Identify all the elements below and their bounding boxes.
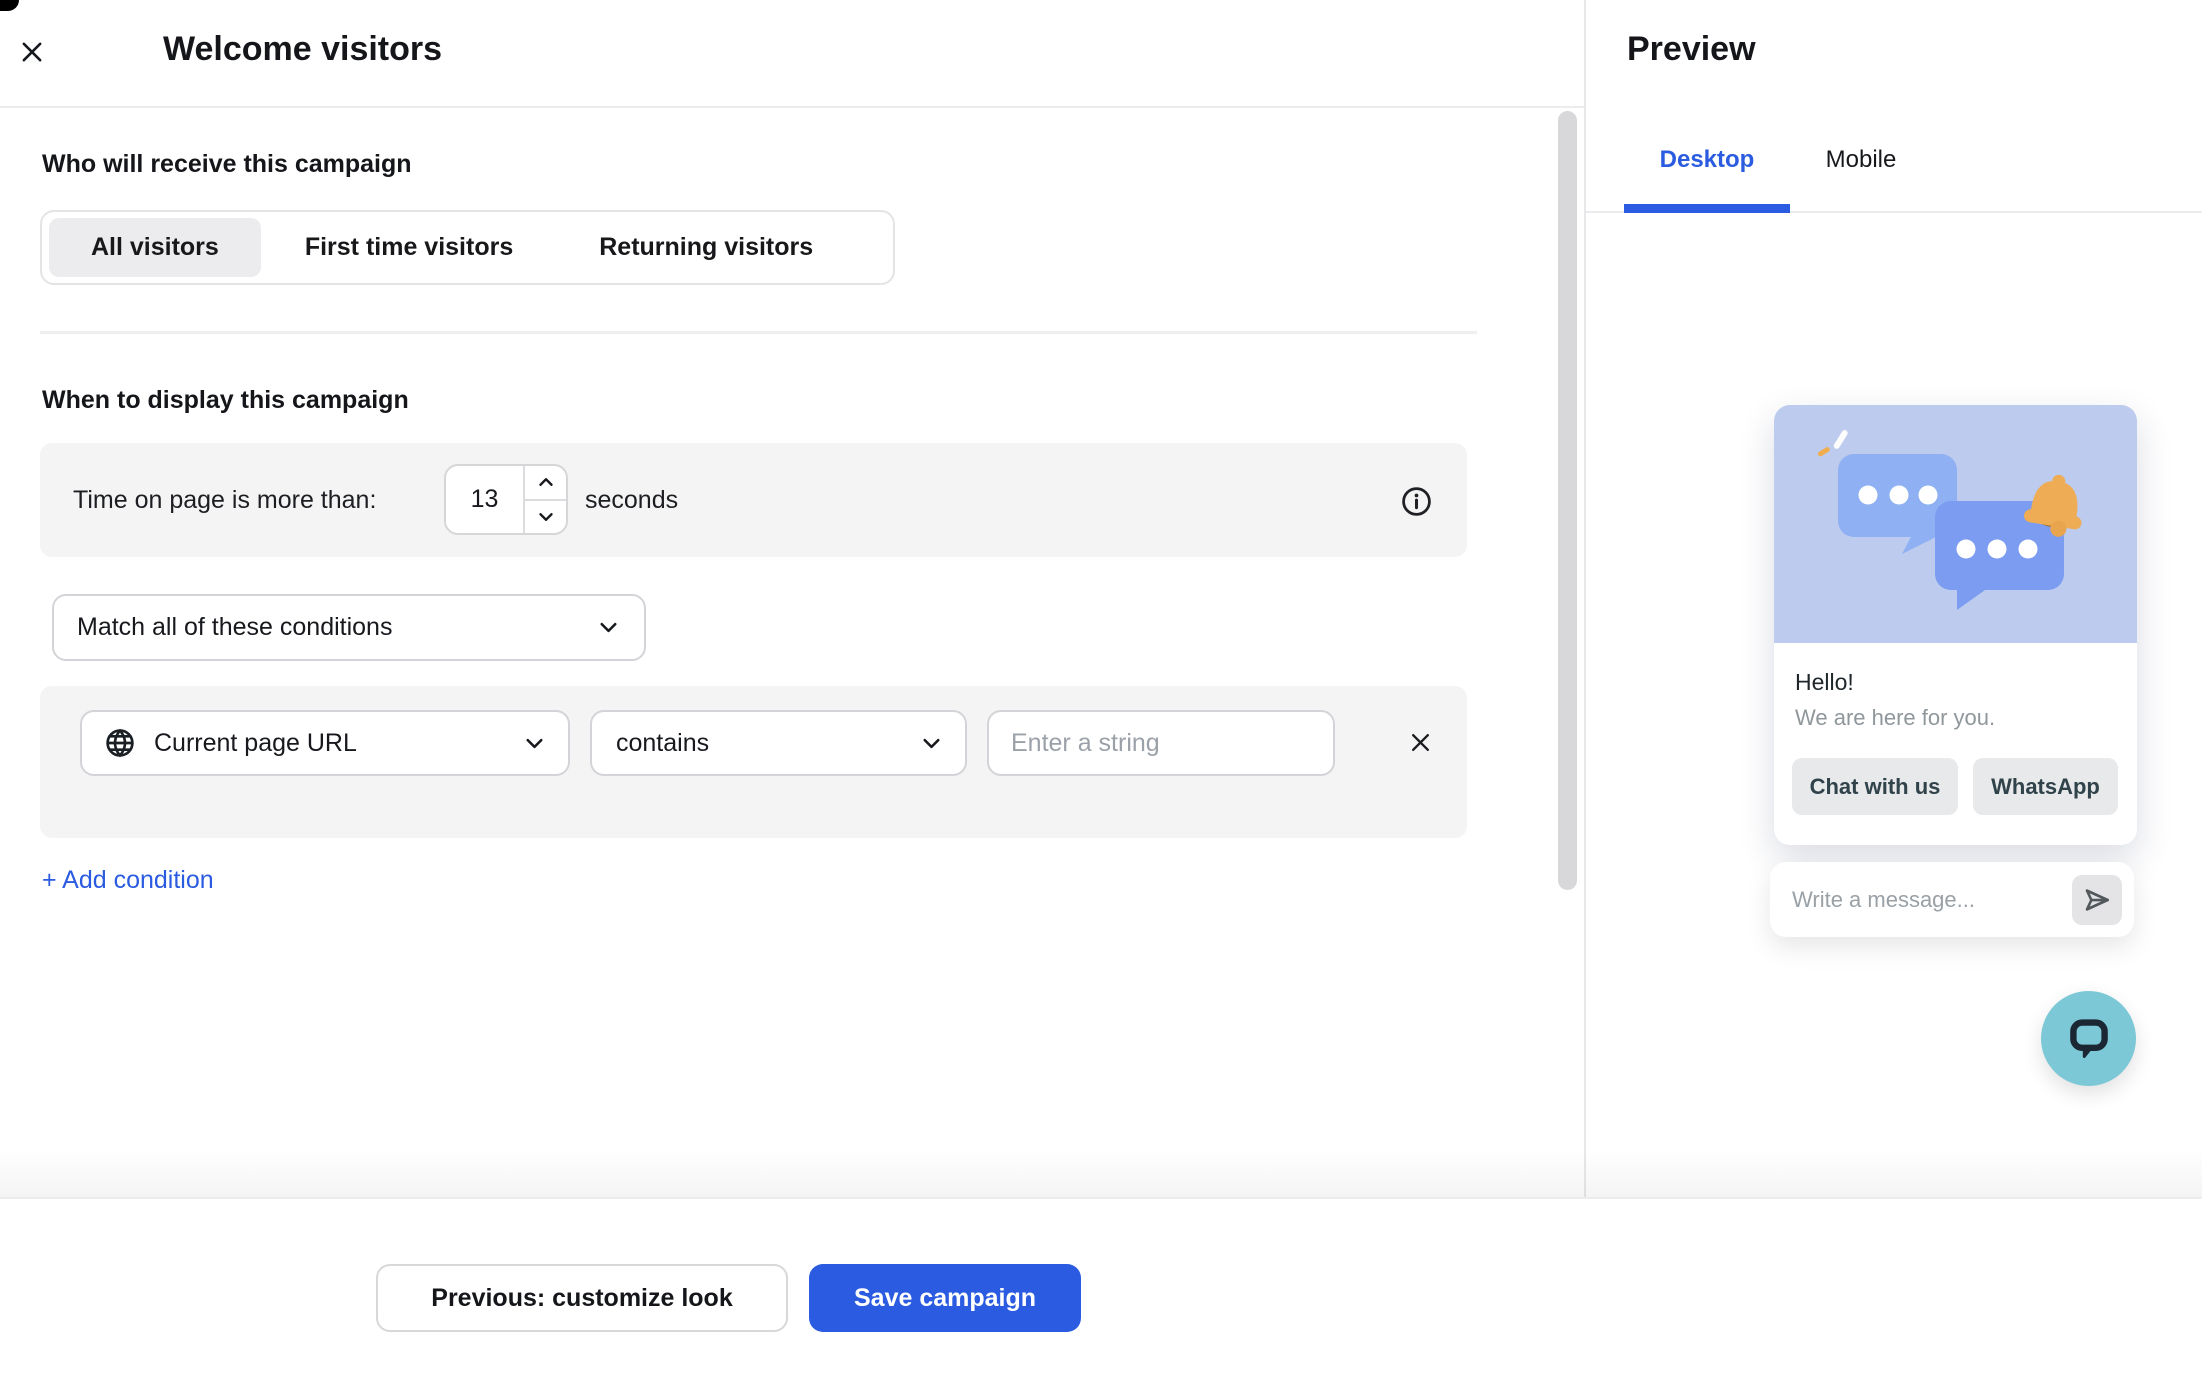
audience-segmented-control: All visitors First time visitors Returni… <box>40 210 895 285</box>
seconds-input[interactable] <box>446 466 523 533</box>
condition-value-input[interactable] <box>987 710 1335 776</box>
remove-condition-button[interactable] <box>1396 718 1444 766</box>
chat-with-us-button[interactable]: Chat with us <box>1792 758 1958 815</box>
widget-message-bar: Write a message... <box>1770 862 2134 937</box>
sparkle-icon <box>1817 429 1849 457</box>
vertical-scrollbar[interactable] <box>1558 111 1577 890</box>
send-icon <box>2082 885 2112 915</box>
audience-option-first-time-visitors[interactable]: First time visitors <box>263 218 555 277</box>
send-button[interactable] <box>2072 875 2122 925</box>
stepper-buttons <box>523 466 566 533</box>
seconds-stepper <box>444 464 568 535</box>
info-button[interactable] <box>1393 478 1439 524</box>
condition-row-panel: Current page URL contains <box>40 686 1467 838</box>
stepper-up-button[interactable] <box>525 466 566 501</box>
whatsapp-button[interactable]: WhatsApp <box>1973 758 2118 815</box>
preview-heading: Preview <box>1627 30 1756 69</box>
chat-illustration <box>1774 405 2137 643</box>
chevron-down-icon <box>521 730 548 757</box>
audience-option-returning-visitors[interactable]: Returning visitors <box>557 218 855 277</box>
widget-greeting: Hello! <box>1795 669 1854 696</box>
chevron-down-icon <box>535 506 557 528</box>
chevron-down-icon <box>918 730 945 757</box>
tab-desktop[interactable]: Desktop <box>1624 108 1790 211</box>
audience-option-all-visitors[interactable]: All visitors <box>49 218 261 277</box>
widget-subtitle: We are here for you. <box>1795 705 1995 731</box>
message-input[interactable]: Write a message... <box>1792 887 2072 913</box>
time-rule-label: Time on page is more than: <box>73 443 376 557</box>
chat-launcher-button[interactable] <box>2041 991 2136 1086</box>
chevron-down-icon <box>595 614 622 641</box>
chat-widget-preview: Hello! We are here for you. Chat with us… <box>1774 405 2137 845</box>
header: Welcome visitors <box>0 0 1584 108</box>
close-button[interactable] <box>16 36 48 68</box>
chat-bubble-icon <box>2065 1015 2113 1063</box>
previous-step-button[interactable]: Previous: customize look <box>376 1264 788 1332</box>
active-tab-indicator <box>1624 204 1790 213</box>
section-divider <box>40 331 1477 334</box>
page-title: Welcome visitors <box>163 30 442 69</box>
match-conditions-value: Match all of these conditions <box>77 613 392 642</box>
preview-panel: Preview Desktop Mobile <box>1584 0 2202 1197</box>
preview-tabs: Desktop Mobile <box>1586 108 2202 213</box>
match-conditions-select[interactable]: Match all of these conditions <box>52 594 646 661</box>
campaign-settings-panel: Who will receive this campaign All visit… <box>0 108 1584 1197</box>
display-heading: When to display this campaign <box>42 386 409 415</box>
info-icon <box>1400 485 1433 518</box>
condition-operator-select[interactable]: contains <box>590 710 967 776</box>
condition-field-select[interactable]: Current page URL <box>80 710 570 776</box>
audience-heading: Who will receive this campaign <box>42 150 412 179</box>
footer-bar: Previous: customize look Save campaign <box>0 1197 2202 1390</box>
add-condition-link[interactable]: + Add condition <box>42 866 214 895</box>
save-campaign-button[interactable]: Save campaign <box>809 1264 1081 1332</box>
tab-mobile[interactable]: Mobile <box>1790 108 1932 211</box>
globe-icon <box>104 727 136 759</box>
close-icon <box>18 38 46 66</box>
time-rule-unit: seconds <box>585 443 678 557</box>
condition-field-value: Current page URL <box>154 729 357 758</box>
time-rule-panel: Time on page is more than: seconds <box>40 443 1467 557</box>
close-icon <box>1407 729 1434 756</box>
condition-operator-value: contains <box>616 729 709 758</box>
stepper-down-button[interactable] <box>525 501 566 534</box>
chevron-up-icon <box>535 471 557 493</box>
